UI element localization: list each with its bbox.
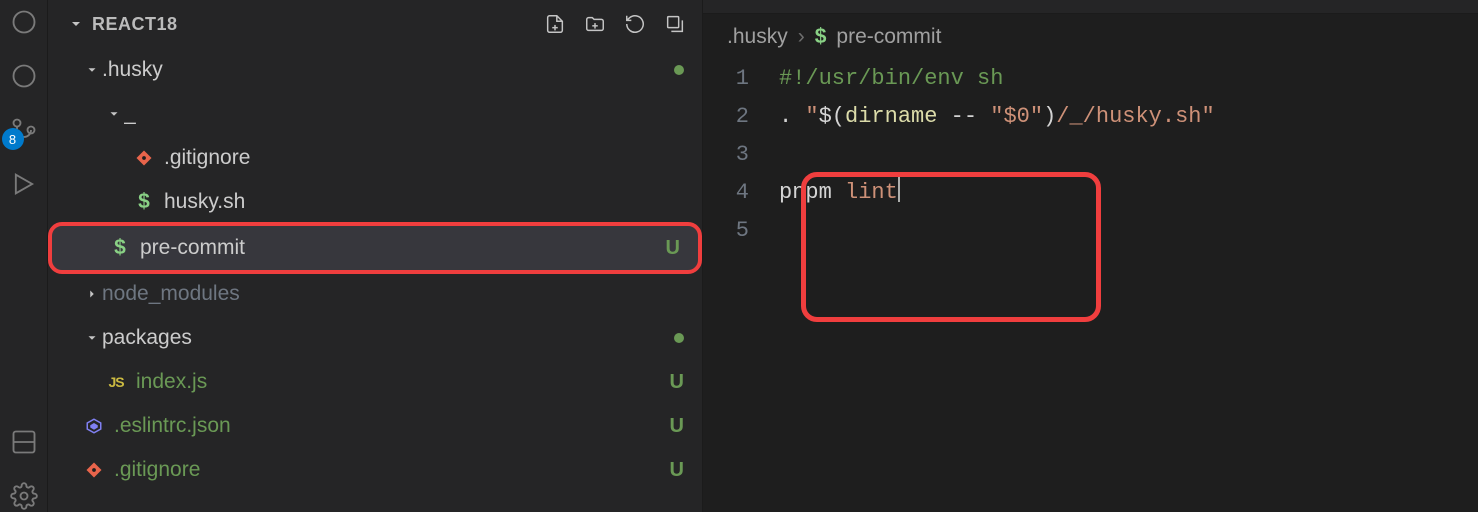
git-modified-dot — [674, 65, 684, 75]
chevron-down-icon — [104, 107, 124, 121]
file-eslintrc-json[interactable]: .eslintrc.json U — [48, 404, 702, 448]
line-number: 4 — [703, 174, 779, 212]
file-index-js[interactable]: JS index.js U — [48, 360, 702, 404]
file-pre-commit[interactable]: $ pre-commit U — [48, 222, 702, 274]
activity-unknown-icon-2[interactable] — [8, 60, 40, 92]
eslint-file-icon — [82, 417, 106, 435]
shell-file-icon: $ — [108, 236, 132, 260]
editor-tabbar[interactable] — [703, 0, 1478, 14]
source-control-badge: 8 — [2, 128, 24, 150]
source-control-icon[interactable]: 8 — [8, 114, 40, 146]
editor-area: .husky › $ pre-commit 1 #!/usr/bin/env s… — [702, 0, 1478, 512]
new-file-icon[interactable] — [544, 13, 566, 35]
git-file-icon — [82, 461, 106, 479]
chevron-down-icon — [68, 16, 84, 32]
folder-underscore[interactable]: _ — [48, 92, 702, 136]
git-status-untracked: U — [670, 371, 684, 394]
explorer-sidebar: REACT18 .husky _ .gitignore $ husky.sh — [48, 0, 702, 512]
layout-icon[interactable] — [8, 426, 40, 458]
project-root-label: REACT18 — [92, 14, 178, 35]
chevron-right-icon — [82, 287, 102, 301]
settings-gear-icon[interactable] — [8, 480, 40, 512]
line-number: 2 — [703, 98, 779, 136]
chevron-down-icon — [82, 63, 102, 77]
line-number: 1 — [703, 60, 779, 98]
git-status-untracked: U — [670, 415, 684, 438]
git-status-untracked: U — [670, 459, 684, 482]
breadcrumb-file[interactable]: pre-commit — [836, 25, 941, 49]
line-number: 3 — [703, 136, 779, 174]
activity-unknown-icon-3[interactable] — [8, 168, 40, 200]
javascript-file-icon: JS — [104, 374, 128, 390]
chevron-down-icon — [82, 331, 102, 345]
git-file-icon — [132, 149, 156, 167]
activity-bar: 8 — [0, 0, 48, 512]
folder-node-modules[interactable]: node_modules — [48, 272, 702, 316]
file-gitignore-inner[interactable]: .gitignore — [48, 136, 702, 180]
breadcrumb-separator-icon: › — [798, 25, 805, 49]
breadcrumb-folder[interactable]: .husky — [727, 25, 788, 49]
refresh-icon[interactable] — [624, 13, 646, 35]
git-modified-dot — [674, 333, 684, 343]
code-editor[interactable]: 1 #!/usr/bin/env sh 2 . "$(dirname -- "$… — [703, 60, 1478, 512]
breadcrumb[interactable]: .husky › $ pre-commit — [703, 14, 1478, 60]
folder-packages[interactable]: packages — [48, 316, 702, 360]
shell-file-icon: $ — [132, 190, 156, 214]
activity-unknown-icon-1[interactable] — [8, 6, 40, 38]
shell-file-icon: $ — [815, 25, 827, 49]
text-cursor — [898, 176, 900, 202]
file-gitignore-root[interactable]: .gitignore U — [48, 448, 702, 492]
new-folder-icon[interactable] — [584, 13, 606, 35]
line-number: 5 — [703, 212, 779, 250]
file-tree: .husky _ .gitignore $ husky.sh $ pre-com… — [48, 48, 702, 512]
git-status-untracked: U — [666, 237, 680, 260]
collapse-all-icon[interactable] — [664, 13, 686, 35]
explorer-header[interactable]: REACT18 — [48, 0, 702, 48]
folder-husky[interactable]: .husky — [48, 48, 702, 92]
file-husky-sh[interactable]: $ husky.sh — [48, 180, 702, 224]
